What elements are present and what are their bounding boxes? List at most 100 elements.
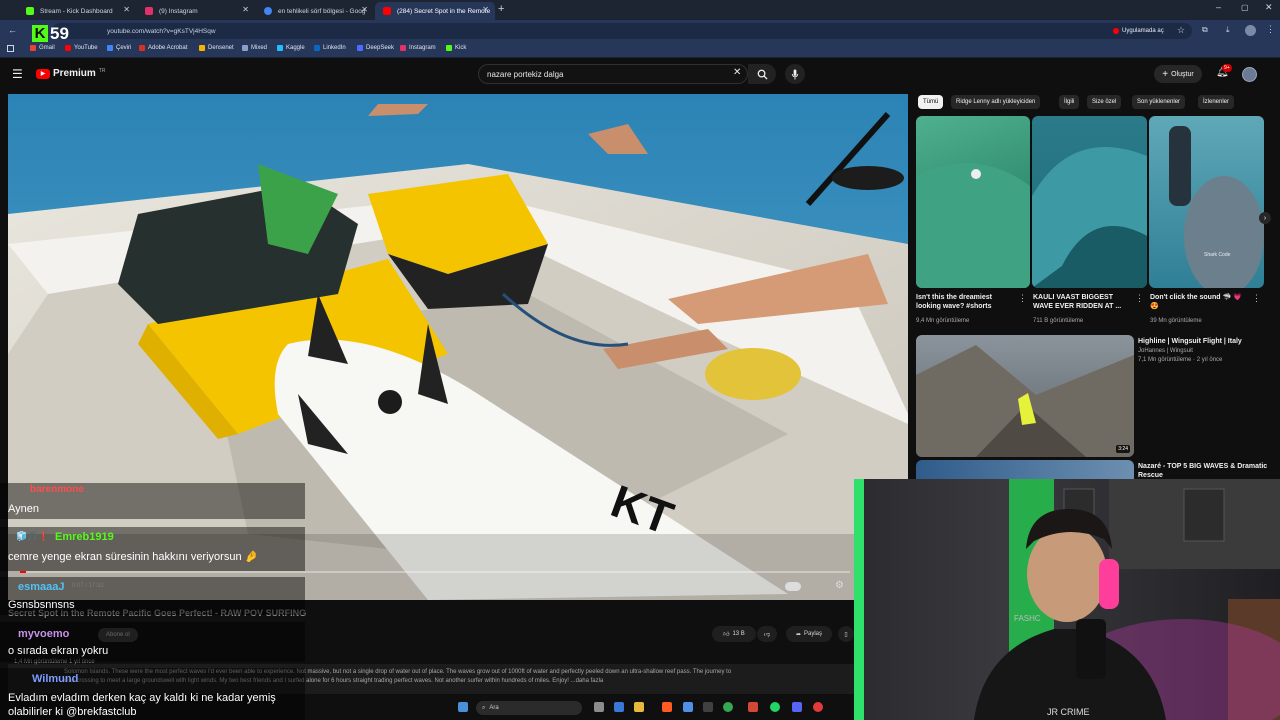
open-in-app-button[interactable]: Uygulamada aç xyxy=(1108,25,1169,37)
url-field[interactable] xyxy=(52,23,1192,39)
short-overlay-text: Shark Code xyxy=(1204,252,1231,258)
chip-from-uploader[interactable]: Ridge Lenny adlı yükleyiciden xyxy=(951,95,1041,109)
account-avatar[interactable] xyxy=(1242,67,1257,82)
windows-start-icon[interactable] xyxy=(458,702,468,712)
bookmark-deepseek[interactable]: DeepSeek xyxy=(357,45,394,51)
autoplay-toggle[interactable] xyxy=(785,582,801,591)
chip-watched[interactable]: İzlenenler xyxy=(1198,95,1235,109)
deepseek-icon xyxy=(357,45,363,51)
rec-channel-1[interactable]: JoHannes | Wingsuit xyxy=(1138,348,1193,354)
short-thumbnail-1[interactable] xyxy=(916,116,1030,288)
tab-label: Stream - Kick Dashboard xyxy=(40,7,113,15)
share-button[interactable]: ➦ Paylaş xyxy=(786,626,832,642)
rec-thumbnail-1[interactable]: 3:24 xyxy=(916,335,1134,457)
maximize-icon[interactable]: ▢ xyxy=(1241,3,1249,12)
minimize-icon[interactable]: – xyxy=(1216,2,1221,12)
clear-search-icon[interactable]: ✕ xyxy=(733,67,741,78)
bookmark-label: LinkedIn xyxy=(323,45,346,51)
bookmark-kaggle[interactable]: Kaggle xyxy=(277,45,305,51)
tab-google-search[interactable]: en tehlikeli sörf bölgesi - Goog ✕ xyxy=(256,2,374,20)
short-title-1[interactable]: Isn't this the dreamiest looking wave? #… xyxy=(916,293,1012,311)
streamer-webcam: JR CRIME FASHC xyxy=(854,479,1280,720)
close-window-icon[interactable]: ✕ xyxy=(1265,2,1273,13)
browser-menu-icon[interactable]: ⋮ xyxy=(1266,24,1275,35)
create-button[interactable]: + Oluştur xyxy=(1154,65,1202,83)
short-thumbnail-2[interactable] xyxy=(1032,116,1147,288)
back-arrow-icon[interactable]: ← xyxy=(8,25,17,35)
bookmark-acrobat[interactable]: Adobe Acrobat xyxy=(139,45,187,51)
bookmark-youtube[interactable]: YouTube xyxy=(65,45,98,51)
save-button[interactable]: ▯ xyxy=(838,626,854,642)
close-tab-icon[interactable]: ✕ xyxy=(123,5,130,14)
close-tab-icon[interactable]: ✕ xyxy=(482,5,489,14)
app-icon[interactable] xyxy=(748,702,758,712)
duration-badge: 3:24 xyxy=(1116,445,1130,453)
kick-icon xyxy=(446,45,452,51)
rec-title-1[interactable]: Highline | Wingsuit Flight | Italy xyxy=(1138,337,1268,346)
short-views-3: 39 Mn görüntüleme xyxy=(1150,318,1202,324)
bookmark-kick[interactable]: Kick xyxy=(446,45,466,51)
close-tab-icon[interactable]: ✕ xyxy=(242,5,249,14)
chat-username: Emreb1919 xyxy=(55,531,114,543)
chip-recent[interactable]: Son yüklenenler xyxy=(1132,95,1186,109)
new-tab-icon[interactable]: + xyxy=(498,3,504,15)
download-icon[interactable]: ⤓ xyxy=(1226,25,1230,35)
search-value: nazare portekiz dalga xyxy=(487,70,564,79)
short-views-1: 9,4 Mn görüntüleme xyxy=(916,318,970,324)
star-icon[interactable]: ☆ xyxy=(1177,25,1185,36)
video-player[interactable]: KT xyxy=(8,94,908,600)
edge-icon[interactable] xyxy=(614,702,624,712)
apps-grid-icon[interactable] xyxy=(7,45,14,52)
like-button[interactable]: 👍︎ 13 B xyxy=(712,626,756,642)
bookmark-densenet[interactable]: Densenet xyxy=(199,45,234,51)
short-thumbnail-3[interactable]: Shark Code xyxy=(1149,116,1264,288)
kaggle-icon xyxy=(277,45,283,51)
app-icon[interactable] xyxy=(703,702,713,712)
app-icon[interactable] xyxy=(683,702,693,712)
chip-for-you[interactable]: Size özel xyxy=(1087,95,1122,109)
chip-related[interactable]: İlgili xyxy=(1059,95,1080,109)
tab-youtube-active[interactable]: (284) Secret Spot in the Remote ✕ xyxy=(375,2,495,20)
app-icon[interactable] xyxy=(813,702,823,712)
dislike-button[interactable]: 👎︎ xyxy=(757,626,777,642)
more-options-icon[interactable]: ⋮ xyxy=(1252,293,1261,304)
bookmark-label: YouTube xyxy=(74,45,98,51)
bookmark-instagram[interactable]: Instagram xyxy=(400,45,436,51)
linkedin-icon xyxy=(314,45,320,51)
next-shorts-arrow-icon[interactable]: › xyxy=(1259,212,1271,224)
chip-all[interactable]: Tümü xyxy=(918,95,944,109)
profile-avatar[interactable] xyxy=(1245,25,1256,36)
more-options-icon[interactable]: ⋮ xyxy=(1135,293,1144,304)
chrome-icon[interactable] xyxy=(723,702,733,712)
short-title-2[interactable]: KAULI VAAST BIGGEST WAVE EVER RIDDEN AT … xyxy=(1033,293,1131,311)
app-icon[interactable] xyxy=(662,702,672,712)
progress-bar[interactable] xyxy=(20,571,850,573)
search-input[interactable]: nazare portekiz dalga xyxy=(478,64,748,84)
bookmark-linkedin[interactable]: LinkedIn xyxy=(314,45,346,51)
file-explorer-icon[interactable] xyxy=(634,702,644,712)
taskbar-search[interactable]: ⌕ Ara xyxy=(476,701,582,715)
bookmark-gmail[interactable]: Gmail xyxy=(30,45,55,51)
big-wave-image xyxy=(1032,147,1147,288)
bookmark-mixed[interactable]: Mixed xyxy=(242,45,267,51)
whatsapp-icon[interactable] xyxy=(770,702,780,712)
voice-search-button[interactable] xyxy=(785,64,805,84)
extensions-icon[interactable]: ⧉ xyxy=(1202,25,1208,35)
more-options-icon[interactable]: ⋮ xyxy=(1018,293,1027,304)
settings-gear-icon[interactable]: ⚙ xyxy=(835,580,844,591)
bookmark-ceviri[interactable]: Çeviri xyxy=(107,45,131,51)
close-tab-icon[interactable]: ✕ xyxy=(361,5,368,14)
tab-kick-dashboard[interactable]: Stream - Kick Dashboard ✕ xyxy=(18,2,136,20)
youtube-logo[interactable]: ▶ Premium TR xyxy=(36,68,105,79)
rec-thumbnail-2[interactable] xyxy=(916,460,1134,480)
task-view-icon[interactable] xyxy=(594,702,604,712)
share-icon: ➦ xyxy=(795,631,801,638)
open-in-app-label: Uygulamada aç xyxy=(1122,28,1164,34)
search-button[interactable] xyxy=(748,64,776,84)
tab-instagram[interactable]: (9) Instagram ✕ xyxy=(137,2,255,20)
short-title-3[interactable]: Don't click the sound 🦈 💗 😍 xyxy=(1150,293,1248,311)
rec-title-2[interactable]: Nazaré - TOP 5 BIG WAVES & Dramatic Resc… xyxy=(1138,462,1268,480)
discord-icon[interactable] xyxy=(792,702,802,712)
plus-icon: + xyxy=(1162,68,1169,80)
hamburger-menu-icon[interactable]: ☰ xyxy=(12,67,23,81)
